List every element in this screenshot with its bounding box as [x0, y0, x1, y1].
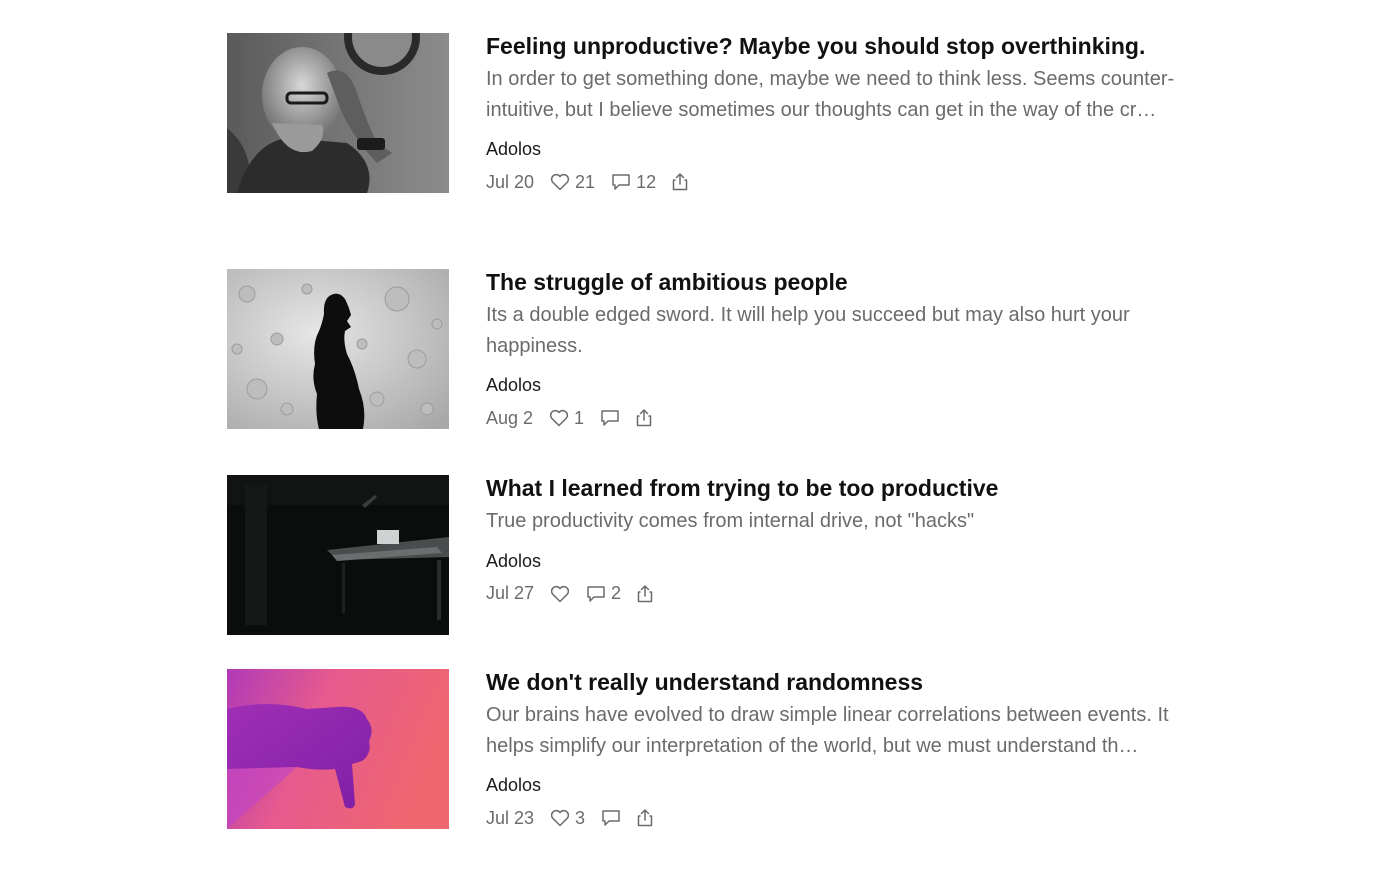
comment-icon	[601, 809, 621, 827]
comment-count: 2	[611, 583, 622, 603]
post-meta: Jul 20 21 12	[486, 170, 1186, 194]
like-button[interactable]: 3	[550, 808, 585, 829]
post-thumbnail[interactable]	[227, 269, 449, 429]
share-button[interactable]	[637, 584, 653, 603]
like-count: 21	[575, 171, 596, 192]
heart-icon	[550, 585, 570, 603]
post-title[interactable]: What I learned from trying to be too pro…	[486, 473, 1186, 503]
thumbs-down-image	[227, 669, 449, 829]
share-icon	[637, 809, 653, 827]
post-date: Aug 2	[486, 407, 534, 428]
post-title[interactable]: We don't really understand randomness	[486, 667, 1186, 697]
comment-icon	[600, 409, 620, 427]
post-thumbnail[interactable]	[227, 475, 449, 635]
heart-icon	[550, 173, 570, 191]
share-icon	[637, 584, 653, 603]
heart-icon	[550, 809, 570, 827]
post-author[interactable]: Adolos	[486, 137, 1186, 161]
heart-icon	[549, 409, 569, 427]
post-excerpt[interactable]: Its a double edged sword. It will help y…	[486, 300, 1186, 361]
share-icon	[636, 409, 652, 427]
post-author[interactable]: Adolos	[486, 373, 1186, 397]
post-content: The struggle of ambitious people Its a d…	[486, 269, 1186, 430]
like-count: 3	[575, 807, 586, 828]
like-button[interactable]: 21	[550, 172, 595, 193]
post-meta: Jul 27 2	[486, 582, 1186, 606]
post-feed: Feeling unproductive? Maybe you should s…	[0, 0, 1400, 875]
share-button[interactable]	[636, 409, 652, 427]
post-title[interactable]: Feeling unproductive? Maybe you should s…	[486, 31, 1186, 61]
post-excerpt[interactable]: True productivity comes from internal dr…	[486, 506, 1186, 537]
post-author[interactable]: Adolos	[486, 549, 1186, 573]
comment-count: 12	[636, 171, 657, 192]
share-icon	[672, 173, 688, 191]
post-meta: Aug 2 1	[486, 406, 1186, 430]
share-button[interactable]	[637, 809, 653, 827]
post-thumbnail[interactable]	[227, 669, 449, 829]
comment-button[interactable]	[600, 409, 620, 427]
comment-icon	[586, 585, 606, 603]
comment-button[interactable]: 12	[611, 172, 656, 193]
post-title[interactable]: The struggle of ambitious people	[486, 267, 1186, 297]
post-date: Jul 23	[486, 807, 535, 828]
post-thumbnail[interactable]	[227, 33, 449, 193]
comment-icon	[611, 173, 631, 191]
post-content: What I learned from trying to be too pro…	[486, 475, 1186, 606]
dark-desk-image	[227, 475, 449, 635]
comment-button[interactable]: 2	[586, 583, 621, 604]
share-button[interactable]	[672, 173, 688, 191]
comment-button[interactable]	[601, 809, 621, 827]
post-date: Jul 27	[486, 583, 535, 603]
like-count: 1	[574, 407, 585, 428]
post-content: Feeling unproductive? Maybe you should s…	[486, 33, 1186, 194]
post-content: We don't really understand randomness Ou…	[486, 669, 1186, 830]
post-meta: Jul 23 3	[486, 806, 1186, 830]
man-thinking-image	[227, 33, 449, 193]
post-excerpt[interactable]: In order to get something done, maybe we…	[486, 64, 1186, 125]
post-date: Jul 20	[486, 171, 535, 192]
like-button[interactable]: 1	[549, 408, 584, 429]
post-excerpt[interactable]: Our brains have evolved to draw simple l…	[486, 700, 1186, 761]
woman-silhouette-moon-image	[227, 269, 449, 429]
like-button[interactable]	[550, 585, 570, 603]
post-author[interactable]: Adolos	[486, 773, 1186, 797]
